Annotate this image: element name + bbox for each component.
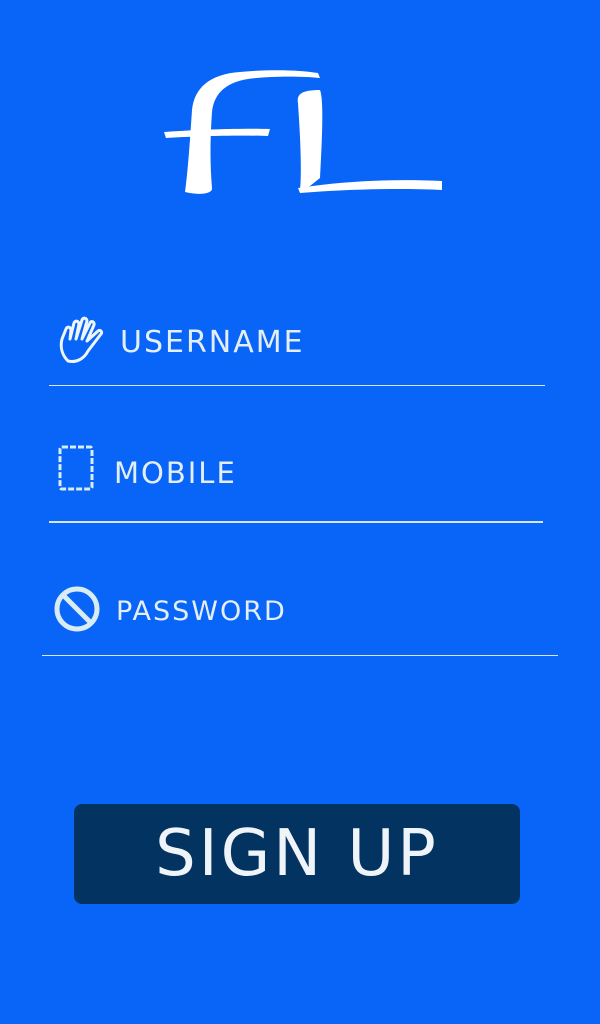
username-field[interactable]: USERNAME xyxy=(56,312,305,368)
username-underline xyxy=(49,385,545,386)
mobile-placeholder[interactable]: MOBILE xyxy=(114,456,237,490)
mobile-underline xyxy=(49,521,543,523)
hand-icon xyxy=(56,312,114,368)
password-field[interactable]: PASSWORD xyxy=(50,584,287,634)
sign-up-button[interactable]: SIGN UP xyxy=(74,804,520,904)
username-placeholder[interactable]: USERNAME xyxy=(120,325,305,360)
app-logo xyxy=(150,60,450,210)
fl-logo-icon xyxy=(164,70,442,194)
password-underline xyxy=(42,655,558,656)
prohibited-icon xyxy=(50,584,104,634)
password-placeholder[interactable]: PASSWORD xyxy=(116,596,287,627)
phone-icon xyxy=(54,440,98,496)
mobile-field[interactable]: MOBILE xyxy=(54,440,237,496)
